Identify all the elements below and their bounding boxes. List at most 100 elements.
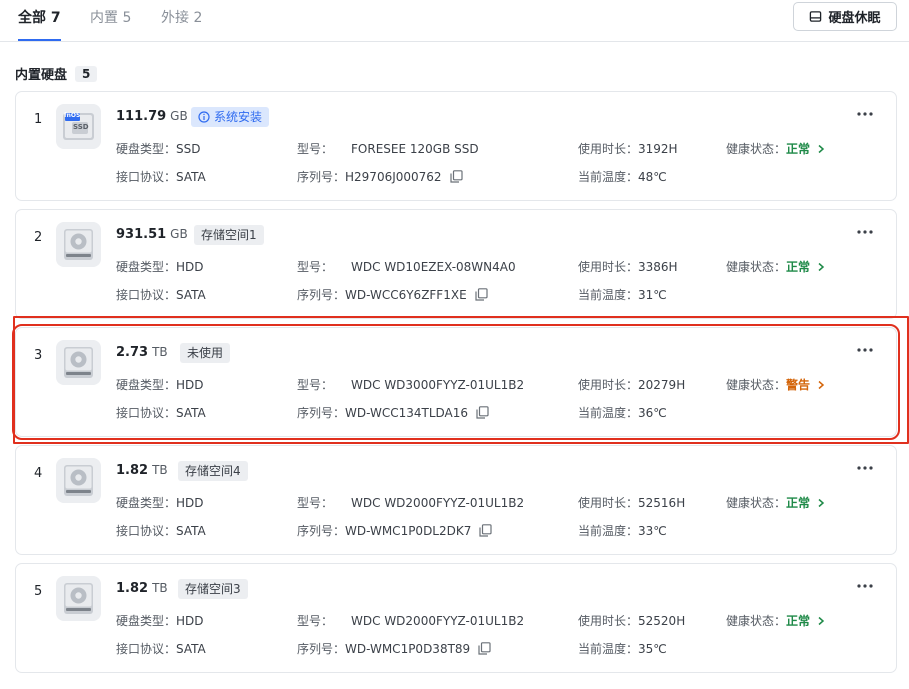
- section-title: 内置硬盘: [15, 68, 68, 83]
- capacity-value: 111.79: [116, 109, 167, 124]
- copy-icon[interactable]: [479, 524, 492, 537]
- power-on-hours-label: 使用时长：: [578, 260, 639, 274]
- tab-internal[interactable]: 内置 5: [90, 7, 131, 41]
- info-icon: [198, 111, 210, 123]
- health-status[interactable]: 健康状态： 正常: [726, 494, 826, 511]
- current-temperature: 当前温度： 48℃: [578, 168, 667, 185]
- hdd-icon: [64, 465, 93, 496]
- disk-card[interactable]: 4 1.82 TB 存储空间4 硬盘类型： HDD 型号： WDC WD2000FYYZ-01…: [15, 445, 897, 555]
- more-icon[interactable]: [856, 342, 874, 356]
- disk-sleep-button[interactable]: 硬盘休眠: [793, 2, 897, 31]
- disk-model: 型号： WDC WD2000FYYZ-01UL1B2: [297, 494, 524, 511]
- health-status-value: 正常: [786, 142, 811, 156]
- disk-index: 1: [34, 112, 43, 127]
- serial-number-label: 序列号：: [297, 170, 346, 184]
- disk-model: 型号： WDC WD3000FYYZ-01UL1B2: [297, 376, 524, 393]
- health-status[interactable]: 健康状态： 警告: [726, 376, 826, 393]
- chevron-right-icon[interactable]: [816, 380, 826, 390]
- hdd-icon: [64, 229, 93, 260]
- power-on-hours-value: 52520H: [638, 613, 686, 628]
- tab-all[interactable]: 全部 7: [18, 7, 61, 41]
- disk-sleep-label: 硬盘休眠: [828, 11, 881, 26]
- capacity-unit: GB: [170, 109, 188, 123]
- chevron-right-icon[interactable]: [816, 498, 826, 508]
- disk-type-value: HDD: [176, 259, 204, 274]
- hdd-icon: [56, 340, 101, 385]
- health-status-value: 正常: [786, 614, 811, 628]
- health-status[interactable]: 健康状态： 正常: [726, 612, 826, 629]
- more-icon[interactable]: [856, 224, 874, 238]
- disk-model: 型号： WDC WD10EZEX-08WN4A0: [297, 258, 516, 275]
- usage-tag-label: 存储空间3: [185, 582, 241, 596]
- serial-number-label: 序列号：: [297, 524, 346, 538]
- copy-icon[interactable]: [476, 406, 489, 419]
- disk-card[interactable]: 2 931.51 GB 存储空间1 硬盘类型： HDD 型号： WDC WD10EZEX-08…: [15, 209, 897, 319]
- interface-protocol-label: 接口协议：: [116, 642, 177, 656]
- usage-tag-label: 未使用: [187, 346, 224, 360]
- chevron-right-icon[interactable]: [816, 616, 826, 626]
- section-header: 内置硬盘 5: [15, 64, 98, 83]
- serial-number-label: 序列号：: [297, 642, 346, 656]
- interface-protocol-label: 接口协议：: [116, 406, 177, 420]
- power-on-hours: 使用时长： 52520H: [578, 612, 685, 629]
- more-icon[interactable]: [856, 106, 874, 120]
- disk-type-value: HDD: [176, 377, 204, 392]
- health-status-label: 健康状态：: [726, 142, 787, 156]
- chevron-right-icon[interactable]: [816, 262, 826, 272]
- disk-card[interactable]: 5 1.82 TB 存储空间3 硬盘类型： HDD 型号： WDC WD2000FYYZ-01…: [15, 563, 897, 673]
- chevron-right-icon[interactable]: [816, 144, 826, 154]
- count-badge: 5: [75, 65, 98, 82]
- disk-usage-tag: 未使用: [180, 343, 231, 363]
- disk-model-value: WDC WD10EZEX-08WN4A0: [351, 259, 516, 274]
- disk-type-value: HDD: [176, 613, 204, 628]
- capacity-value: 1.82: [116, 581, 149, 596]
- hdd-icon: [56, 576, 101, 621]
- interface-protocol-label: 接口协议：: [116, 288, 177, 302]
- disk-card[interactable]: 1 fnOS SSD 111.79 GB 系统安装 硬盘类型： SSD 型号： FORESEE 1…: [15, 91, 897, 201]
- disk-model-value: FORESEE 120GB SSD: [351, 141, 479, 156]
- ssd-type-label: SSD: [73, 123, 89, 131]
- current-temperature: 当前温度： 33℃: [578, 522, 667, 539]
- copy-icon[interactable]: [478, 642, 491, 655]
- health-status-value: 警告: [786, 378, 811, 392]
- health-status[interactable]: 健康状态： 正常: [726, 258, 826, 275]
- health-status-value: 正常: [786, 260, 811, 274]
- bed-icon: [810, 11, 822, 22]
- more-icon[interactable]: [856, 460, 874, 474]
- disk-type-value: HDD: [176, 495, 204, 510]
- power-on-hours: 使用时长： 20279H: [578, 376, 685, 393]
- disk-model: 型号： FORESEE 120GB SSD: [297, 140, 479, 157]
- power-on-hours-label: 使用时长：: [578, 142, 639, 156]
- copy-icon[interactable]: [449, 170, 463, 183]
- capacity-value: 2.73: [116, 345, 149, 360]
- serial-number-value: WD-WCC134TLDA16: [345, 405, 469, 420]
- more-icon[interactable]: [856, 578, 874, 592]
- interface-protocol-value: SATA: [176, 641, 206, 656]
- interface-protocol-label: 接口协议：: [116, 524, 177, 538]
- capacity-unit: GB: [170, 227, 188, 241]
- disk-type-label: 硬盘类型：: [116, 142, 177, 156]
- disk-type-label: 硬盘类型：: [116, 378, 177, 392]
- disk-usage-tag: 存储空间4: [178, 461, 248, 481]
- hdd-icon: [64, 347, 93, 378]
- copy-icon[interactable]: [475, 288, 488, 301]
- disk-type: 硬盘类型： SSD: [116, 140, 201, 157]
- current-temperature-value: 48℃: [638, 169, 667, 184]
- disk-card[interactable]: 3 2.73 TB 未使用 硬盘类型： HDD 型号： WDC WD3000FYYZ-01UL…: [12, 316, 909, 444]
- power-on-hours: 使用时长： 52516H: [578, 494, 685, 511]
- disk-usage-tag: 存储空间3: [178, 579, 248, 599]
- power-on-hours-label: 使用时长：: [578, 496, 639, 510]
- interface-protocol: 接口协议： SATA: [116, 168, 206, 185]
- current-temperature-value: 31℃: [638, 287, 667, 302]
- health-status-label: 健康状态：: [726, 496, 787, 510]
- disk-model-label: 型号：: [297, 142, 334, 156]
- interface-protocol-label: 接口协议：: [116, 170, 177, 184]
- health-status[interactable]: 健康状态： 正常: [726, 140, 826, 157]
- disk-type-label: 硬盘类型：: [116, 496, 177, 510]
- disk-model-label: 型号：: [297, 614, 334, 628]
- current-temperature-label: 当前温度：: [578, 642, 639, 656]
- capacity-unit: TB: [152, 345, 168, 359]
- current-temperature-label: 当前温度：: [578, 288, 639, 302]
- serial-number: 序列号： WD-WMC1P0DL2DK7: [297, 522, 492, 539]
- tab-external[interactable]: 外接 2: [161, 7, 202, 41]
